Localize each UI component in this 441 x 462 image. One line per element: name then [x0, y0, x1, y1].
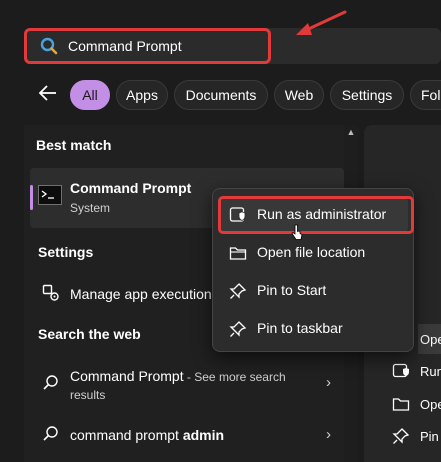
web-result-query: command prompt	[70, 427, 183, 443]
search-icon	[43, 375, 58, 390]
selection-indicator	[30, 185, 33, 210]
best-match-subtitle: System	[70, 201, 111, 215]
chevron-right-icon[interactable]: ›	[326, 426, 331, 443]
shield-icon	[392, 363, 409, 378]
filter-all[interactable]: All	[70, 80, 110, 110]
web-result-title: Command Prompt	[70, 368, 184, 384]
chevron-right-icon[interactable]: ›	[326, 374, 331, 391]
pin-icon	[229, 283, 247, 299]
pin-icon	[392, 428, 410, 444]
annotation-arrow-icon	[296, 10, 347, 35]
cursor-icon	[291, 224, 303, 240]
filter-apps[interactable]: Apps	[116, 80, 168, 110]
web-result-command-prompt-admin[interactable]: command prompt admin	[70, 427, 224, 443]
filter-documents[interactable]: Documents	[174, 80, 268, 110]
menu-label-open-file-location: Open file location	[257, 244, 366, 260]
web-result-suffix: - See more search	[183, 370, 286, 384]
filter-folders[interactable]: Fol	[410, 80, 441, 110]
details-action-open[interactable]: Ope	[420, 332, 441, 347]
folder-icon	[229, 247, 247, 260]
best-match-title: Command Prompt	[70, 180, 192, 196]
search-icon	[43, 426, 58, 441]
pin-icon	[229, 321, 247, 337]
menu-label-pin-to-start: Pin to Start	[257, 282, 327, 298]
web-result-bold: admin	[182, 427, 225, 443]
filter-web[interactable]: Web	[274, 80, 324, 110]
menu-annotation-box	[218, 196, 414, 234]
web-result-suffix-line2: results	[70, 388, 106, 402]
settings-item-manage-app-execution[interactable]: Manage app execution	[70, 286, 212, 302]
filter-settings[interactable]: Settings	[330, 80, 404, 110]
back-arrow-icon[interactable]	[36, 80, 60, 106]
command-prompt-icon	[38, 185, 62, 205]
details-action-open-location[interactable]: Ope	[420, 397, 441, 412]
menu-label-pin-to-taskbar: Pin to taskbar	[257, 320, 343, 336]
search-web-heading: Search the web	[38, 326, 141, 342]
folder-icon	[392, 398, 410, 411]
details-action-pin[interactable]: Pin	[420, 429, 439, 444]
app-settings-icon	[42, 284, 59, 301]
best-match-heading: Best match	[36, 137, 112, 153]
scroll-up-icon[interactable]: ▲	[344, 125, 358, 139]
settings-heading: Settings	[38, 244, 94, 260]
details-action-run[interactable]: Run	[420, 364, 441, 379]
web-result-command-prompt[interactable]: Command Prompt - See more search	[70, 368, 286, 384]
search-annotation-box	[24, 28, 271, 64]
